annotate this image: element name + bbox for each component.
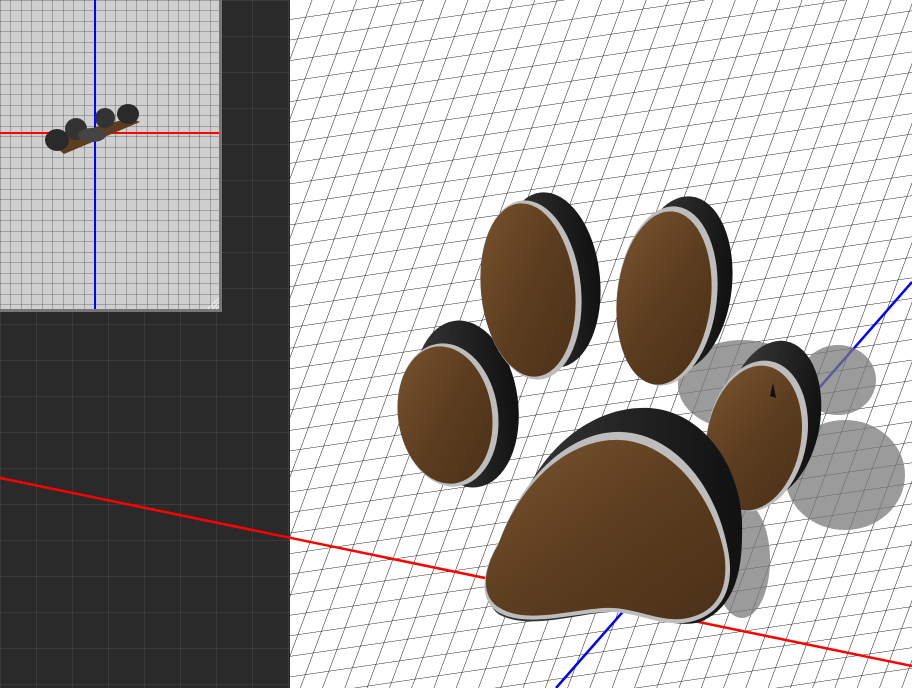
inset-top-view[interactable] — [0, 0, 222, 312]
3d-viewport[interactable] — [0, 0, 912, 688]
